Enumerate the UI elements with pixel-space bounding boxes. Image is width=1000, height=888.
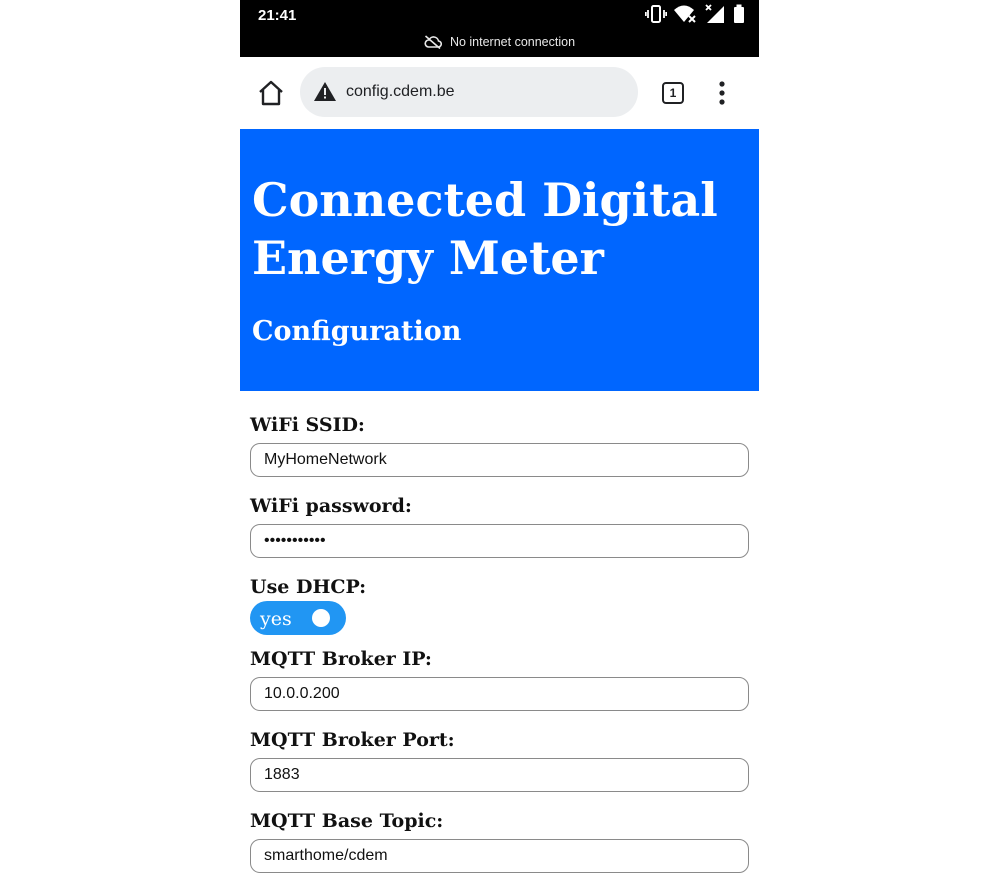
browser-toolbar: config.cdem.be 1 xyxy=(240,57,759,129)
home-icon[interactable] xyxy=(257,79,285,107)
page-subtitle: Configuration xyxy=(252,316,462,347)
tab-count: 1 xyxy=(669,86,677,100)
cloud-off-icon xyxy=(424,35,442,49)
wifi-ssid-input[interactable]: MyHomeNetwork xyxy=(250,443,749,477)
mqtt-topic-input[interactable]: smarthome/cdem xyxy=(250,839,749,873)
mqtt-ip-label: MQTT Broker IP: xyxy=(250,648,432,670)
wifi-password-label: WiFi password: xyxy=(250,495,412,517)
mqtt-topic-label: MQTT Base Topic: xyxy=(250,810,444,832)
mqtt-ip-input[interactable]: 10.0.0.200 xyxy=(250,677,749,711)
more-vert-icon[interactable] xyxy=(718,81,726,105)
vibrate-icon xyxy=(645,5,667,23)
mqtt-port-label: MQTT Broker Port: xyxy=(250,729,455,751)
url-text[interactable]: config.cdem.be xyxy=(346,83,455,101)
status-bar: 21:41 No internet connection xyxy=(240,0,759,57)
page-title: Connected Digital Energy Meter xyxy=(252,173,718,285)
offline-notice: No internet connection xyxy=(240,35,759,49)
wifi-ssid-label: WiFi SSID: xyxy=(250,414,365,436)
dhcp-toggle-label: yes xyxy=(260,608,292,630)
wifi-off-icon xyxy=(674,5,696,23)
dhcp-toggle[interactable]: yes xyxy=(250,601,346,635)
address-bar[interactable]: config.cdem.be xyxy=(300,67,638,117)
battery-icon xyxy=(734,4,744,23)
signal-icon xyxy=(705,4,724,23)
status-icons xyxy=(645,4,745,24)
dhcp-label: Use DHCP: xyxy=(250,576,367,598)
offline-text: No internet connection xyxy=(449,35,576,49)
phone-screen: 21:41 No internet connection config.cdem… xyxy=(240,0,759,888)
wifi-password-input[interactable]: ••••••••••• xyxy=(250,524,749,558)
warning-icon[interactable] xyxy=(313,80,337,104)
toggle-knob xyxy=(312,609,330,627)
status-time: 21:41 xyxy=(258,7,297,24)
page-header: Connected Digital Energy Meter Configura… xyxy=(240,129,759,391)
tabs-button[interactable]: 1 xyxy=(662,82,684,104)
mqtt-port-input[interactable]: 1883 xyxy=(250,758,749,792)
